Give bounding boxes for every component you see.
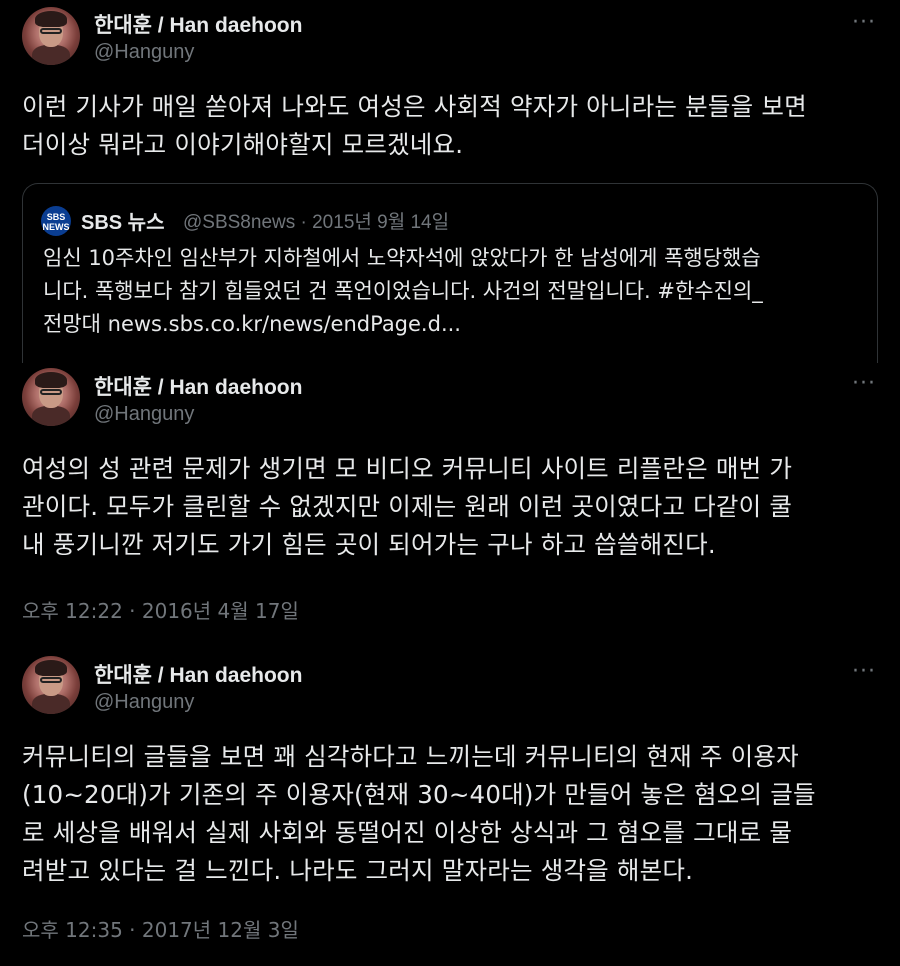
tweet-text: 이런 기사가 매일 쏟아져 나와도 여성은 사회적 약자가 아니라는 분들을 보… xyxy=(22,88,882,164)
avatar[interactable] xyxy=(22,656,80,714)
more-horizontal-icon[interactable]: ··· xyxy=(852,661,876,683)
tweet-timestamp[interactable]: 오후 12:22 · 2016년 4월 17일 xyxy=(22,595,299,624)
author-name[interactable]: 한대훈 / Han daehoon xyxy=(94,371,302,401)
tweet-text-line: 내 풍기니깐 저기도 가기 힘든 곳이 되어가는 구나 하고 씁쓸해진다. xyxy=(22,530,716,559)
more-horizontal-icon[interactable]: ··· xyxy=(852,12,876,34)
quoted-tweet[interactable]: SBS NEWS SBS 뉴스 @SBS8news · 2015년 9월 14일… xyxy=(22,183,878,363)
quoted-text-line[interactable]: 전망대 news.sbs.co.kr/news/endPage.d... xyxy=(43,308,873,341)
tweet-3: 한대훈 / Han daehoon @Hanguny ··· 커뮤니티의 글들을… xyxy=(0,651,900,966)
tweet-text: 커뮤니티의 글들을 보면 꽤 심각하다고 느끼는데 커뮤니티의 현재 주 이용자… xyxy=(22,738,882,890)
author-handle[interactable]: @Hanguny xyxy=(94,403,194,426)
tweet-text-line: 관이다. 모두가 클린할 수 없겠지만 이제는 원래 이런 곳이였다고 다같이 … xyxy=(22,492,793,521)
avatar[interactable] xyxy=(22,7,80,65)
quoted-text-line: 니다. 폭행보다 참기 힘들었던 건 폭언이었습니다. 사건의 전말입니다. #… xyxy=(43,279,763,303)
tweet-text-line: (10~20대)가 기존의 주 이용자(현재 30~40대)가 만들어 놓은 혐… xyxy=(22,780,816,809)
author-handle[interactable]: @Hanguny xyxy=(94,41,194,64)
sbs-news-logo-icon: SBS NEWS xyxy=(41,206,71,236)
more-horizontal-icon[interactable]: ··· xyxy=(852,373,876,395)
author-name[interactable]: 한대훈 / Han daehoon xyxy=(94,659,302,689)
tweet-text-line: 더이상 뭐라고 이야기해야할지 모르겠네요. xyxy=(22,130,464,159)
tweet-timestamp[interactable]: 오후 12:35 · 2017년 12월 3일 xyxy=(22,914,299,943)
tweet-text-line: 이런 기사가 매일 쏟아져 나와도 여성은 사회적 약자가 아니라는 분들을 보… xyxy=(22,92,807,121)
tweet-2: 한대훈 / Han daehoon @Hanguny ··· 여성의 성 관련 … xyxy=(0,363,900,651)
author-name[interactable]: 한대훈 / Han daehoon xyxy=(94,9,302,39)
tweet-text-line: 여성의 성 관련 문제가 생기면 모 비디오 커뮤니티 사이트 리플란은 매번 … xyxy=(22,454,793,483)
author-handle[interactable]: @Hanguny xyxy=(94,691,194,714)
tweet-text-line: 로 세상을 배워서 실제 사회와 동떨어진 이상한 상식과 그 혐오를 그대로 … xyxy=(22,818,793,847)
quoted-tweet-text: 임신 10주차인 임산부가 지하철에서 노약자석에 앉았다가 한 남성에게 폭행… xyxy=(43,242,873,341)
quoted-author-meta: @SBS8news · 2015년 9월 14일 xyxy=(183,212,450,233)
avatar[interactable] xyxy=(22,368,80,426)
quoted-text-line: 임신 10주차인 임산부가 지하철에서 노약자석에 앉았다가 한 남성에게 폭행… xyxy=(43,246,761,270)
tweet-text: 여성의 성 관련 문제가 생기면 모 비디오 커뮤니티 사이트 리플란은 매번 … xyxy=(22,450,882,564)
tweet-1: 한대훈 / Han daehoon @Hanguny ··· 이런 기사가 매일… xyxy=(0,0,900,363)
tweet-text-line: 려받고 있다는 걸 느낀다. 나라도 그러지 말자라는 생각을 해본다. xyxy=(22,856,694,885)
tweet-text-line: 커뮤니티의 글들을 보면 꽤 심각하다고 느끼는데 커뮤니티의 현재 주 이용자 xyxy=(22,742,799,771)
quoted-author-name: SBS 뉴스 xyxy=(81,212,165,234)
